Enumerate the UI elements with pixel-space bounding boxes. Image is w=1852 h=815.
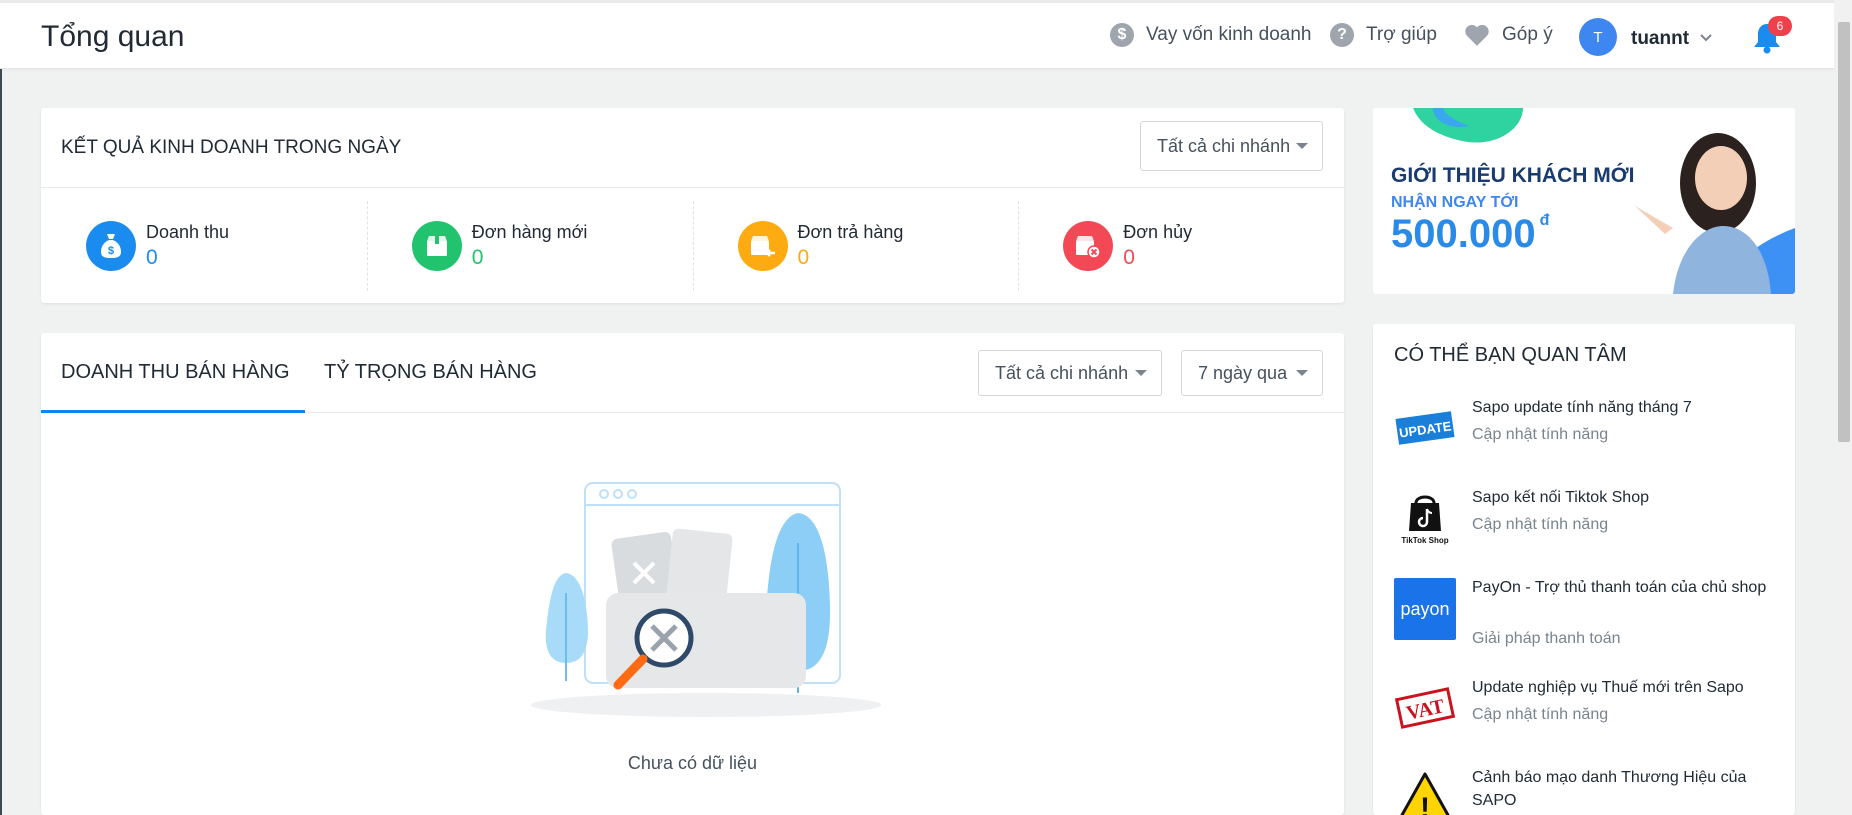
tab-sales-share[interactable]: TỶ TRỌNG BÁN HÀNG — [324, 361, 537, 384]
news-item[interactable]: VAT Update nghiệp vụ Thuế mới trên Sapo … — [1394, 676, 1774, 756]
payon-thumbnail: payon — [1394, 578, 1456, 640]
dollar-icon: $ — [1110, 23, 1134, 47]
branch-select-value: Tất cả chi nhánh — [1157, 135, 1291, 156]
branch-select[interactable]: Tất cả chi nhánh — [1140, 121, 1323, 171]
stat-label: Doanh thu — [146, 222, 230, 242]
period-select[interactable]: 7 ngày qua — [1181, 350, 1323, 396]
promo-amount-value: 500.000 — [1391, 212, 1536, 256]
news-category: Cập nhật tính năng — [1472, 516, 1609, 533]
news-category: Cập nhật tính năng — [1472, 706, 1609, 723]
sales-tabs: DOANH THU BÁN HÀNG TỶ TRỌNG BÁN HÀNG Tất… — [41, 333, 1344, 413]
stat-value: 0 — [146, 246, 158, 269]
news-item[interactable]: payon PayOn - Trợ thủ thanh toán của chủ… — [1394, 576, 1774, 656]
cancel-package-icon — [1063, 221, 1114, 271]
branch-select-value: Tất cả chi nhánh — [995, 362, 1129, 383]
news-item[interactable]: ! Cảnh báo mạo danh Thương Hiệu của SAPO — [1394, 766, 1774, 815]
promo-subtitle: NHẬN NGAY TỚI — [1391, 194, 1519, 211]
news-title: Sapo kết nối Tiktok Shop — [1472, 489, 1649, 506]
package-icon — [411, 221, 462, 271]
feedback-label: Góp ý — [1502, 24, 1553, 45]
payon-thumb-text: payon — [1400, 598, 1450, 619]
business-results-header: KẾT QUẢ KINH DOANH TRONG NGÀY Tất cả chi… — [41, 108, 1344, 188]
promo-banner[interactable]: GIỚI THIỆU KHÁCH MỚI NHẬN NGAY TỚI 500.0… — [1373, 108, 1795, 294]
scrollbar-thumb[interactable] — [1838, 22, 1850, 442]
stat-value: 0 — [797, 246, 810, 269]
warning-icon: ! — [1394, 768, 1456, 815]
news-item[interactable]: TikTok Shop Sapo kết nối Tiktok Shop Cập… — [1394, 486, 1774, 566]
stat-cancelled[interactable]: Đơn hủy 0 — [1018, 188, 1344, 303]
notification-badge: 6 — [1768, 16, 1792, 36]
news-title: PayOn - Trợ thủ thanh toán của chủ shop — [1472, 579, 1767, 596]
news-item[interactable]: UPDATE Sapo update tính năng tháng 7 Cập… — [1394, 396, 1774, 476]
page-title: Tổng quan — [41, 20, 185, 53]
promo-currency: đ — [1539, 212, 1550, 229]
interest-card: CÓ THỂ BẠN QUAN TÂM UPDATE Sapo update t… — [1373, 324, 1795, 815]
news-title: Sapo update tính năng tháng 7 — [1472, 399, 1692, 416]
stat-label: Đơn hủy — [1123, 222, 1193, 242]
loan-label: Vay vốn kinh doanh — [1146, 24, 1312, 45]
news-category: Giải pháp thanh toán — [1472, 630, 1621, 647]
avatar[interactable]: T — [1579, 18, 1617, 56]
stat-value: 0 — [1123, 246, 1135, 269]
news-category: Cập nhật tính năng — [1472, 426, 1609, 443]
caret-down-icon — [1135, 370, 1147, 376]
help-icon: ? — [1330, 23, 1354, 47]
promo-title: GIỚI THIỆU KHÁCH MỚI — [1391, 164, 1635, 187]
stat-returns[interactable]: Đơn trả hàng 0 — [692, 188, 1019, 303]
sidebar-edge — [0, 0, 2, 815]
update-thumbnail: UPDATE — [1394, 398, 1456, 460]
empty-state-text: Chưa có dữ liệu — [627, 753, 758, 773]
vat-thumbnail: VAT — [1394, 678, 1456, 740]
tiktok-shop-thumbnail: TikTok Shop — [1394, 488, 1456, 550]
caret-down-icon — [1296, 370, 1308, 376]
loan-link[interactable]: $ Vay vốn kinh doanh — [1110, 23, 1312, 47]
heart-icon — [1465, 24, 1489, 46]
top-header: Tổng quan $ Vay vốn kinh doanh ? Trợ giú… — [0, 3, 1834, 69]
warning-thumb-text: ! — [1420, 792, 1430, 815]
news-title: Update nghiệp vụ Thuế mới trên Sapo — [1472, 679, 1744, 696]
business-results-title: KẾT QUẢ KINH DOANH TRONG NGÀY — [61, 137, 402, 158]
stat-label: Đơn trả hàng — [797, 222, 904, 242]
sales-card: DOANH THU BÁN HÀNG TỶ TRỌNG BÁN HÀNG Tất… — [41, 333, 1344, 815]
interest-title: CÓ THỂ BẠN QUAN TÂM — [1394, 344, 1627, 366]
help-link[interactable]: ? Trợ giúp — [1330, 23, 1437, 47]
svg-text:$: $ — [108, 245, 114, 257]
stat-revenue[interactable]: $ Doanh thu 0 — [41, 188, 367, 303]
promo-amount: 500.000 đ — [1391, 212, 1549, 257]
tiktok-thumb-text: TikTok Shop — [1401, 536, 1448, 545]
help-label: Trợ giúp — [1366, 24, 1437, 45]
news-title: Cảnh báo mạo danh Thương Hiệu của SAPO — [1472, 769, 1747, 809]
active-tab-indicator — [41, 410, 305, 413]
branch-select[interactable]: Tất cả chi nhánh — [978, 350, 1162, 396]
empty-state-illustration — [531, 482, 881, 717]
feedback-link[interactable]: Góp ý — [1464, 23, 1553, 47]
period-select-value: 7 ngày qua — [1198, 362, 1288, 383]
username[interactable]: tuannt — [1631, 28, 1689, 50]
caret-down-icon — [1296, 143, 1308, 149]
business-results-card: KẾT QUẢ KINH DOANH TRONG NGÀY Tất cả chi… — [41, 108, 1344, 303]
stat-label: Đơn hàng mới — [471, 222, 588, 242]
chevron-down-icon[interactable] — [1699, 31, 1713, 45]
stat-new-orders[interactable]: Đơn hàng mới 0 — [366, 188, 693, 303]
return-package-icon — [737, 221, 788, 271]
money-bag-icon: $ — [86, 221, 136, 271]
stat-value: 0 — [471, 246, 484, 269]
stats-row: $ Doanh thu 0 Đơn hàng mới 0 Đơn trả hàn… — [41, 188, 1344, 303]
tab-revenue[interactable]: DOANH THU BÁN HÀNG — [61, 361, 290, 384]
